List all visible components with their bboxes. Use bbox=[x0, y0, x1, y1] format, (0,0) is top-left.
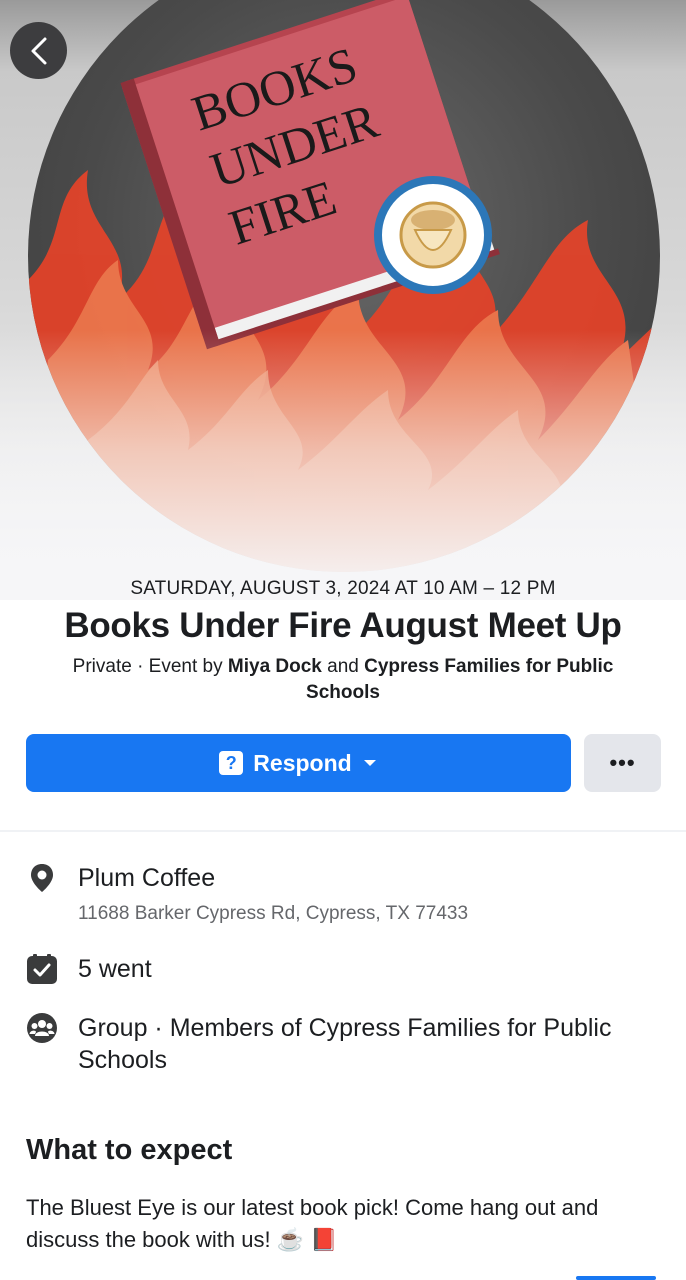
respond-label: Respond bbox=[253, 749, 352, 776]
cypress-families-seal bbox=[374, 176, 492, 294]
back-button[interactable] bbox=[10, 22, 67, 79]
question-icon: ? bbox=[219, 751, 244, 775]
section-divider bbox=[0, 830, 686, 832]
event-date-time: SATURDAY, AUGUST 3, 2024 AT 10 AM – 12 P… bbox=[130, 578, 556, 599]
location-pin-icon bbox=[31, 864, 53, 892]
attendance-row[interactable]: 5 went bbox=[26, 953, 666, 985]
scroll-indicator bbox=[576, 1276, 656, 1280]
checkbox-calendar-icon bbox=[27, 954, 57, 984]
event-header: SATURDAY, AUGUST 3, 2024 AT 10 AM – 12 P… bbox=[0, 578, 686, 706]
more-options-button[interactable]: ••• bbox=[584, 734, 661, 792]
chevron-left-icon bbox=[31, 37, 46, 64]
event-privacy: Private · Event by bbox=[72, 656, 228, 677]
caret-down-icon bbox=[363, 760, 376, 766]
audience-text: Group · Members of Cypress Families for … bbox=[78, 1014, 612, 1074]
event-title: Books Under Fire August Meet Up bbox=[64, 606, 622, 645]
audience-row[interactable]: Group · Members of Cypress Families for … bbox=[26, 1012, 666, 1076]
byline-conjunction: and bbox=[321, 656, 365, 677]
respond-button[interactable]: ? Respond bbox=[26, 734, 571, 792]
host-link-1[interactable]: Miya Dock bbox=[228, 656, 322, 677]
location-row[interactable]: Plum Coffee 11688 Barker Cypress Rd, Cyp… bbox=[26, 862, 666, 926]
event-cover-photo[interactable]: BOOKS UNDER FIRE bbox=[0, 0, 686, 600]
group-icon bbox=[27, 1013, 57, 1043]
what-to-expect-heading: What to expect bbox=[26, 1134, 233, 1166]
location-name: Plum Coffee bbox=[78, 864, 216, 892]
event-description: The Bluest Eye is our latest book pick! … bbox=[26, 1195, 599, 1252]
location-address: 11688 Barker Cypress Rd, Cypress, TX 774… bbox=[78, 903, 469, 924]
event-byline: Private · Event by Miya Dock and Cypress… bbox=[0, 654, 686, 706]
attendance-count: 5 went bbox=[78, 955, 152, 983]
